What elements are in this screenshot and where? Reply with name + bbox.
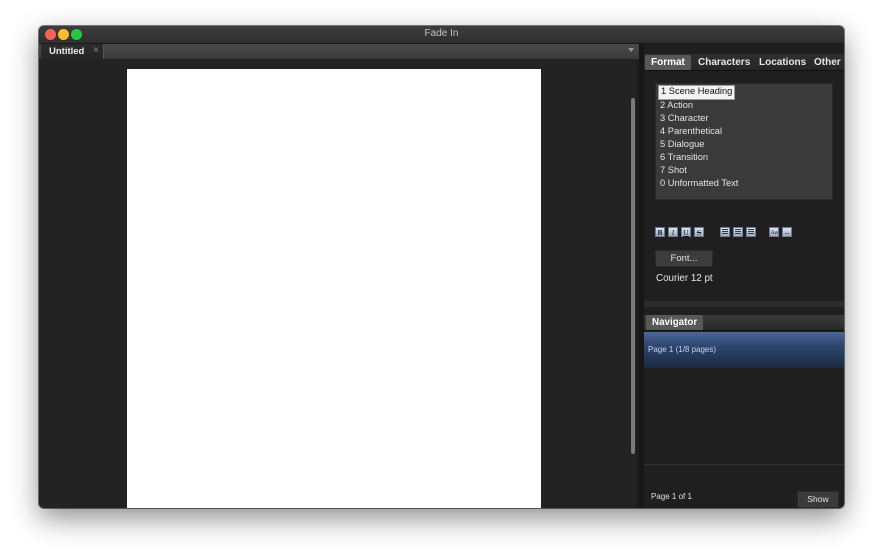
close-tab-icon[interactable]: × xyxy=(93,45,99,56)
page-count: Page 1 of 1 xyxy=(651,492,692,501)
app-window: Fade In Untitled × Format Characters Loc… xyxy=(39,26,844,508)
align-right-icon[interactable] xyxy=(746,227,756,237)
element-character[interactable]: 3 Character xyxy=(658,112,711,125)
navigator-page-label: Page 1 (1/8 pages) xyxy=(648,345,717,354)
window-title: Fade In xyxy=(424,28,459,39)
tab-locations[interactable]: Locations xyxy=(753,55,812,70)
document-tab-label: Untitled xyxy=(49,46,85,57)
bold-button[interactable]: B xyxy=(655,227,665,237)
element-action[interactable]: 2 Action xyxy=(658,99,695,112)
align-center-icon[interactable] xyxy=(733,227,743,237)
vertical-scrollbar[interactable] xyxy=(631,98,635,454)
link-icon[interactable]: ⇔ xyxy=(782,227,792,237)
font-info: Courier 12 pt xyxy=(656,273,713,284)
navigator-divider xyxy=(644,464,844,465)
chevron-down-icon[interactable] xyxy=(628,48,634,52)
element-shot[interactable]: 7 Shot xyxy=(658,164,689,177)
title-bar[interactable]: Fade In xyxy=(39,26,844,44)
format-tabbar: Format Characters Locations Other xyxy=(644,54,844,71)
element-scene-heading[interactable]: 1 Scene Heading xyxy=(658,85,736,100)
panel-separator xyxy=(644,301,844,307)
element-list: 1 Scene Heading 2 Action 3 Character 4 P… xyxy=(655,83,833,200)
right-panel: Format Characters Locations Other 1 Scen… xyxy=(644,44,844,508)
show-button[interactable]: Show xyxy=(797,491,839,508)
tab-characters[interactable]: Characters xyxy=(692,55,756,70)
tab-navigator[interactable]: Navigator xyxy=(646,315,704,330)
script-page[interactable] xyxy=(127,69,541,508)
element-transition[interactable]: 6 Transition xyxy=(658,151,710,164)
underline-button[interactable]: U xyxy=(681,227,691,237)
document-tab-strip: Untitled × xyxy=(39,44,639,60)
text-style-icon[interactable]: Aa xyxy=(769,227,779,237)
navigator-tabbar: Navigator xyxy=(644,315,844,331)
italic-button[interactable]: I xyxy=(668,227,678,237)
element-unformatted-text[interactable]: 0 Unformatted Text xyxy=(658,177,740,190)
tab-other[interactable]: Other xyxy=(808,55,844,70)
strikethrough-button[interactable]: S xyxy=(694,227,704,237)
element-dialogue[interactable]: 5 Dialogue xyxy=(658,138,706,151)
align-left-icon[interactable] xyxy=(720,227,730,237)
navigator-page-item[interactable]: Page 1 (1/8 pages) xyxy=(644,332,844,368)
script-editor xyxy=(39,60,636,508)
document-tab[interactable]: Untitled × xyxy=(41,44,104,59)
font-button[interactable]: Font... xyxy=(655,250,713,267)
tab-format[interactable]: Format xyxy=(645,55,691,70)
element-parenthetical[interactable]: 4 Parenthetical xyxy=(658,125,724,138)
